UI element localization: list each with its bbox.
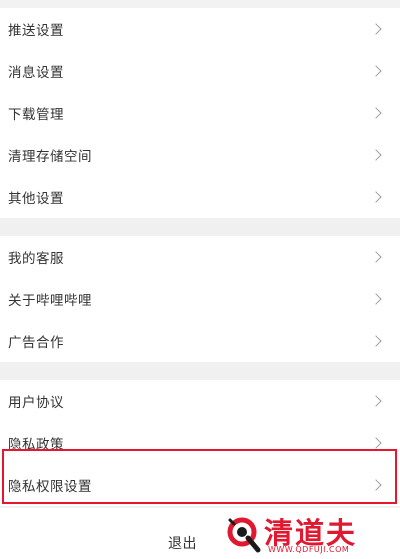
settings-item-downloads[interactable]: 下载管理 <box>0 92 400 134</box>
settings-item-label: 用户协议 <box>8 395 64 411</box>
settings-item-label: 推送设置 <box>8 23 64 39</box>
chevron-right-icon <box>370 191 382 203</box>
settings-item-label: 广告合作 <box>8 335 64 351</box>
settings-item-clear-storage[interactable]: 清理存储空间 <box>0 134 400 176</box>
settings-item-other[interactable]: 其他设置 <box>0 176 400 218</box>
settings-item-label: 其他设置 <box>8 191 64 207</box>
watermark-logo-icon <box>227 517 261 553</box>
settings-item-label: 隐私权限设置 <box>8 479 92 495</box>
chevron-right-icon <box>370 437 382 449</box>
settings-item-customer-service[interactable]: 我的客服 <box>0 236 400 278</box>
group-divider <box>0 362 400 380</box>
chevron-right-icon <box>370 293 382 305</box>
settings-item-label: 关于哔哩哔哩 <box>8 293 92 309</box>
settings-group-support: 我的客服 关于哔哩哔哩 广告合作 <box>0 236 400 362</box>
settings-item-label: 消息设置 <box>8 65 64 81</box>
settings-item-push[interactable]: 推送设置 <box>0 8 400 50</box>
settings-page: 推送设置 消息设置 下载管理 清理存储空间 其他设置 我的客服 关于哔哩哔哩 广… <box>0 0 400 559</box>
chevron-right-icon <box>370 149 382 161</box>
top-spacer <box>0 0 400 8</box>
chevron-right-icon <box>370 335 382 347</box>
settings-item-about[interactable]: 关于哔哩哔哩 <box>0 278 400 320</box>
settings-item-user-agreement[interactable]: 用户协议 <box>0 380 400 422</box>
chevron-right-icon <box>370 23 382 35</box>
settings-item-ad-cooperation[interactable]: 广告合作 <box>0 320 400 362</box>
chevron-right-icon <box>370 251 382 263</box>
settings-group-general: 推送设置 消息设置 下载管理 清理存储空间 其他设置 <box>0 8 400 218</box>
chevron-right-icon <box>370 395 382 407</box>
watermark: 清道夫 WWW.QDFUJI.COM <box>222 508 400 559</box>
chevron-right-icon <box>370 107 382 119</box>
settings-item-label: 隐私政策 <box>8 437 64 453</box>
watermark-url: WWW.QDFUJI.COM <box>268 545 350 554</box>
settings-item-label: 清理存储空间 <box>8 149 92 165</box>
group-divider <box>0 218 400 236</box>
settings-item-privacy-policy[interactable]: 隐私政策 <box>0 422 400 464</box>
chevron-right-icon <box>370 479 382 491</box>
settings-item-messages[interactable]: 消息设置 <box>0 50 400 92</box>
settings-item-privacy-permissions[interactable]: 隐私权限设置 <box>0 464 400 506</box>
settings-item-label: 我的客服 <box>8 251 64 267</box>
logout-button[interactable]: 退出 <box>168 533 197 553</box>
settings-item-label: 下载管理 <box>8 107 64 123</box>
settings-group-legal: 用户协议 隐私政策 隐私权限设置 <box>0 380 400 506</box>
chevron-right-icon <box>370 65 382 77</box>
